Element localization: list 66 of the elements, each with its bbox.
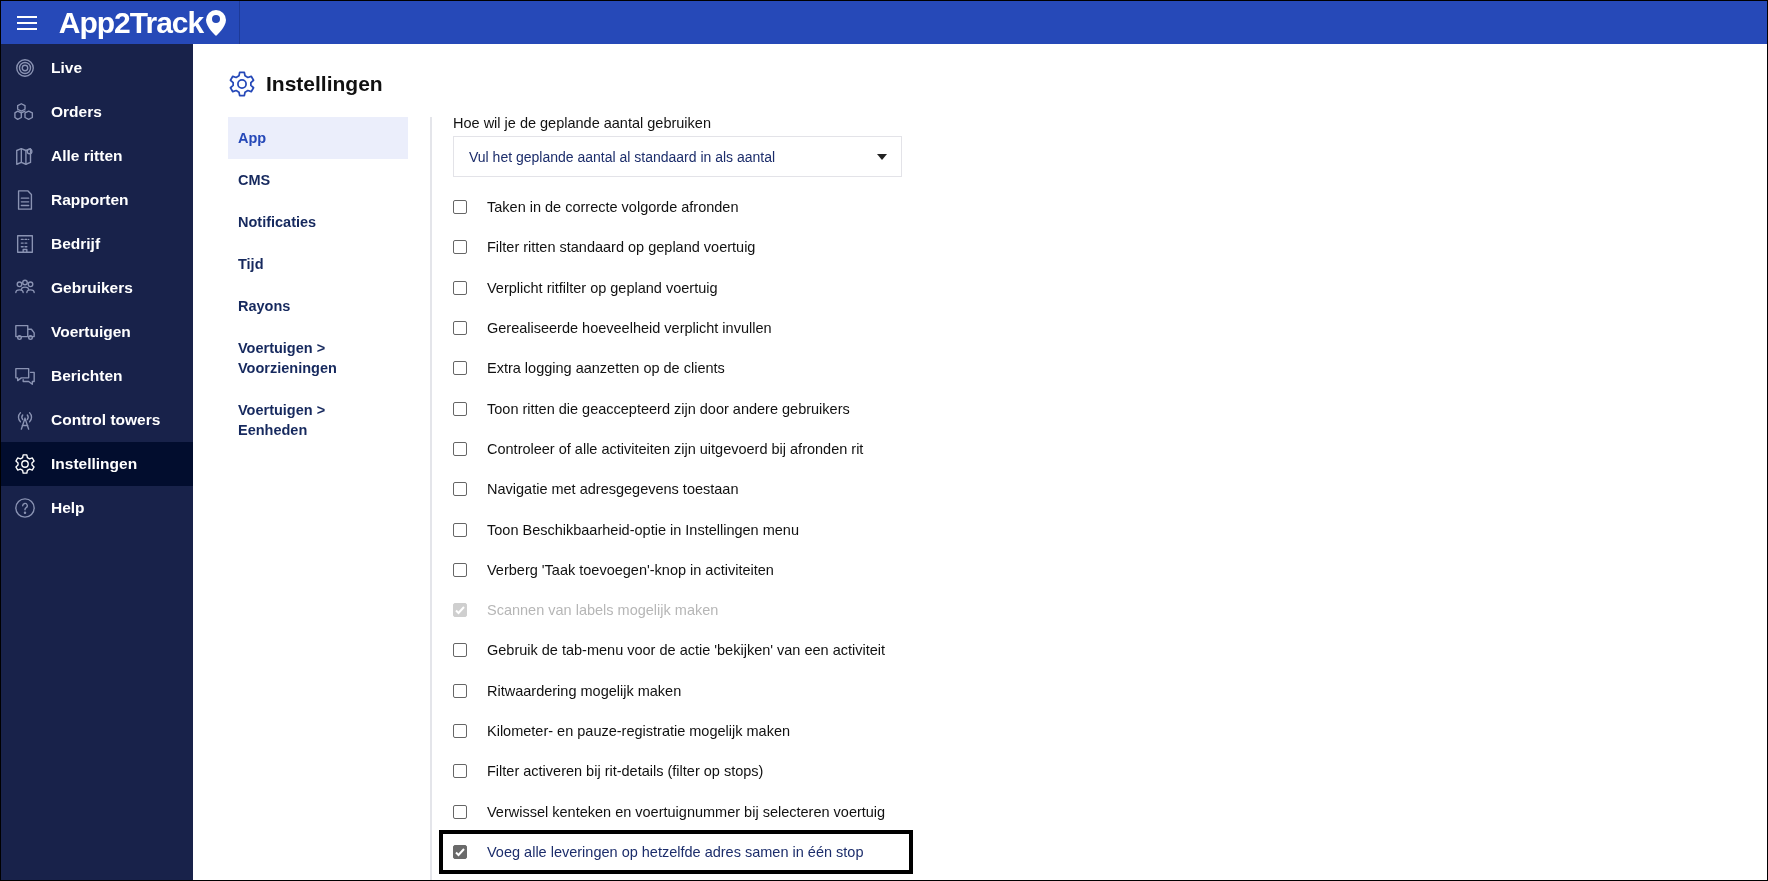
- checkbox-label: Verplicht ritfilter op gepland voertuig: [487, 279, 718, 296]
- checkbox[interactable]: [453, 724, 467, 738]
- sidebar-item[interactable]: Instellingen: [1, 442, 193, 486]
- map-pin-icon: [205, 8, 228, 37]
- checkbox-label: Kilometer- en pauze-registratie mogelijk maken: [487, 723, 791, 739]
- checkbox-label: Toon ritten die geaccepteerd zijn door andere gebruikers: [487, 400, 850, 417]
- checkbox-label: Verwissel kenteken en voertuignummer bij selecteren voertuig: [487, 803, 886, 820]
- checkbox-label: Scannen van labels mogelijk maken: [487, 602, 719, 619]
- sidebar-item[interactable]: Bedrijf: [1, 222, 193, 266]
- building-icon: [14, 233, 36, 255]
- checkbox-label: Gebruik de tab-menu voor de actie 'bekijken' van een activiteit: [487, 642, 886, 659]
- checkbox-label: Taken in de correcte volgorde afronden: [487, 199, 739, 216]
- submenu-item[interactable]: Rayons: [228, 285, 408, 327]
- dropdown[interactable]: Vul het geplande aantal al standaard in als aantal: [453, 136, 902, 177]
- field-label: Hoe wil je de geplande aantal gebruiken: [453, 114, 712, 132]
- checkbox-label: Filter activeren bij rit-details (filter op stops): [487, 763, 764, 780]
- settings-icon: [228, 70, 256, 98]
- sidebar-item[interactable]: Rapporten: [1, 178, 193, 222]
- chat-icon: [14, 365, 36, 387]
- checkbox[interactable]: [453, 401, 467, 416]
- sidebar-item[interactable]: Orders: [1, 90, 193, 134]
- checkbox-label: Controleer of alle activiteiten zijn uitgevoerd bij afronden rit: [487, 440, 864, 457]
- checkbox[interactable]: [453, 764, 467, 779]
- checkbox-label: Verberg 'Taak toevoegen'-knop in activiteiten: [487, 561, 774, 578]
- submenu-item[interactable]: Voertuigen > Eenheden: [228, 389, 408, 451]
- cubes-icon: [14, 101, 36, 123]
- sidebar-item[interactable]: Live: [1, 46, 193, 90]
- checkbox[interactable]: [453, 804, 467, 819]
- map-icon: [14, 145, 36, 167]
- checkbox-label: Gerealiseerde hoeveelheid verplicht invullen: [487, 320, 772, 337]
- submenu-item[interactable]: Tijd: [228, 243, 408, 285]
- app-logo: App2Track: [58, 5, 204, 40]
- submenu-item[interactable]: App: [228, 117, 408, 159]
- checkbox-label: Ritwaardering mogelijk maken: [487, 682, 682, 699]
- sidebar-item[interactable]: Voertuigen: [1, 310, 193, 354]
- checkbox-label: Toon Beschikbaarheid-optie in Instellingen menu: [487, 521, 799, 538]
- sidebar-item[interactable]: Help: [1, 486, 193, 530]
- submenu-item[interactable]: Notificaties: [228, 201, 408, 243]
- submenu-item[interactable]: CMS: [228, 159, 408, 201]
- menu-icon[interactable]: [17, 14, 37, 31]
- checkbox[interactable]: [453, 522, 467, 537]
- checkbox[interactable]: [453, 643, 467, 658]
- checkbox[interactable]: [453, 240, 467, 255]
- sidebar-item[interactable]: Alle ritten: [1, 134, 193, 178]
- sidebar-item[interactable]: Gebruikers: [1, 266, 193, 310]
- settings-icon: [14, 453, 36, 475]
- submenu-item[interactable]: Voertuigen > Voorzieningen: [228, 327, 408, 389]
- sidebar-item[interactable]: Control towers: [1, 398, 193, 442]
- checkbox[interactable]: [453, 441, 467, 456]
- sidebar-item[interactable]: Berichten: [1, 354, 193, 398]
- checkbox-label: Extra logging aanzetten op de clients: [487, 360, 725, 377]
- target-icon: [14, 57, 36, 79]
- checkbox-label: Navigatie met adresgegevens toestaan: [487, 481, 739, 498]
- help-icon: [14, 497, 36, 519]
- checkbox[interactable]: [453, 562, 467, 577]
- checkbox[interactable]: [453, 482, 467, 497]
- checkbox[interactable]: [453, 844, 467, 859]
- checkbox-label: Voeg alle leveringen op hetzelfde adres samen in één stop: [487, 843, 864, 860]
- checkbox[interactable]: [453, 200, 467, 215]
- page-title: Instellingen: [266, 72, 383, 96]
- checkbox[interactable]: [453, 321, 467, 336]
- checkbox[interactable]: [453, 280, 467, 295]
- checkbox[interactable]: [453, 361, 467, 376]
- checkbox[interactable]: [453, 683, 467, 698]
- checkbox-label: Filter ritten standaard op gepland voertuig: [487, 239, 756, 256]
- caret-icon: [877, 153, 887, 160]
